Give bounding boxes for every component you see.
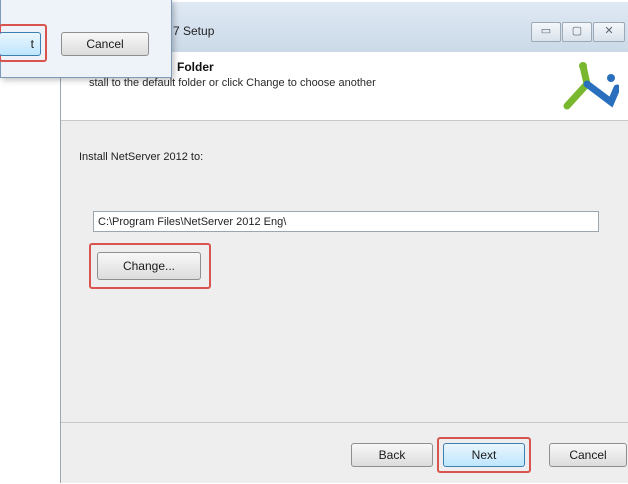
- change-button[interactable]: Change...: [97, 252, 201, 280]
- overlay-dialog: t Cancel: [0, 0, 172, 78]
- next-button[interactable]: Next: [443, 443, 525, 467]
- maximize-button[interactable]: ▢: [562, 22, 592, 42]
- body-area: Install NetServer 2012 to: C:\Program Fi…: [61, 121, 628, 421]
- netserver-logo-icon: [563, 62, 619, 110]
- window-title: 7 Setup: [173, 24, 215, 38]
- footer-bar: Back Next Cancel: [61, 422, 628, 484]
- cancel-button[interactable]: Cancel: [549, 443, 627, 467]
- popup-ok-button[interactable]: t: [0, 32, 41, 56]
- header-title: Folder: [177, 60, 214, 74]
- popup-cancel-button[interactable]: Cancel: [61, 32, 149, 56]
- install-location-label: Install NetServer 2012 to:: [79, 151, 204, 163]
- close-button[interactable]: ✕: [593, 22, 625, 42]
- minimize-button[interactable]: ▭: [531, 22, 561, 42]
- header-description: stall to the default folder or click Cha…: [89, 77, 376, 89]
- install-path-field[interactable]: C:\Program Files\NetServer 2012 Eng\: [93, 211, 599, 232]
- back-button[interactable]: Back: [351, 443, 433, 467]
